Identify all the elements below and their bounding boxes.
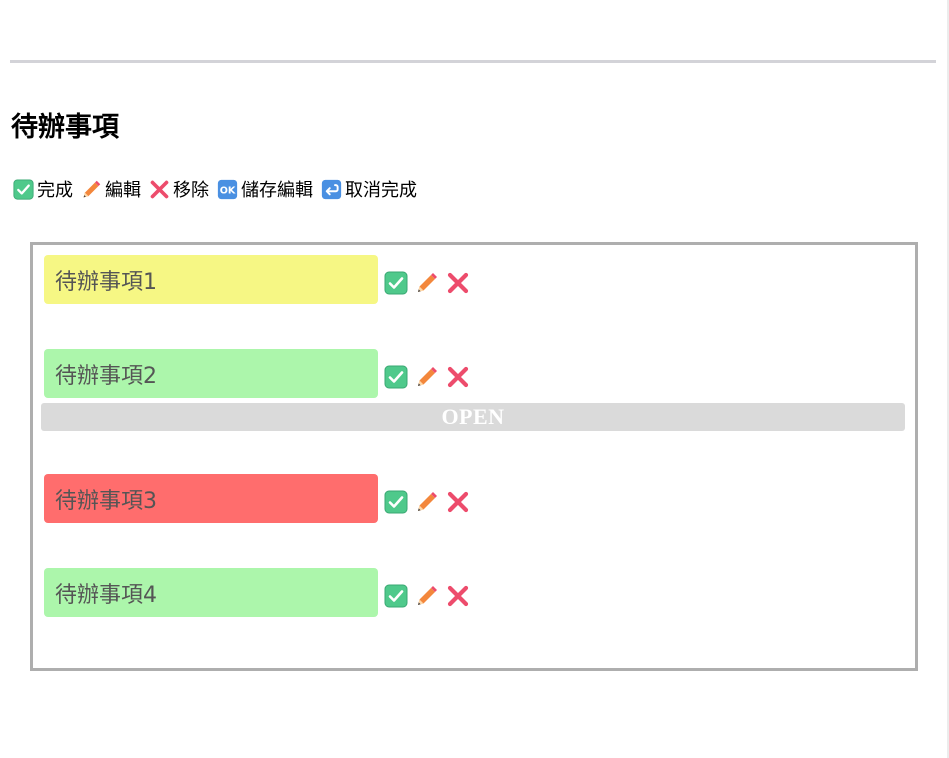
legend-item-save-edit: OK 儲存編輯 bbox=[217, 176, 313, 202]
pencil-icon[interactable] bbox=[415, 584, 439, 608]
pencil-icon bbox=[81, 179, 102, 200]
todo-actions bbox=[384, 365, 477, 389]
page-title: 待辦事項 bbox=[11, 112, 119, 143]
check-box-icon[interactable] bbox=[384, 365, 408, 389]
legend-item-edit: 編輯 bbox=[81, 176, 141, 202]
pencil-icon[interactable] bbox=[415, 490, 439, 514]
todo-actions bbox=[384, 584, 477, 608]
legend-label: 儲存編輯 bbox=[241, 180, 313, 201]
check-box-icon[interactable] bbox=[384, 490, 408, 514]
todo-item[interactable]: 待辦事項1 bbox=[44, 255, 378, 304]
cross-icon[interactable] bbox=[446, 584, 470, 608]
legend-label: 編輯 bbox=[105, 180, 141, 201]
legend-label: 取消完成 bbox=[345, 180, 417, 201]
pencil-icon[interactable] bbox=[415, 271, 439, 295]
legend-label: 移除 bbox=[173, 180, 209, 201]
pencil-icon[interactable] bbox=[415, 365, 439, 389]
todo-item[interactable]: 待辦事項3 bbox=[44, 474, 378, 523]
return-arrow-icon bbox=[321, 179, 342, 200]
todo-text: 待辦事項1 bbox=[55, 269, 157, 295]
cross-icon[interactable] bbox=[446, 490, 470, 514]
todo-text: 待辦事項3 bbox=[55, 488, 157, 514]
check-box-icon bbox=[13, 178, 34, 200]
cross-icon[interactable] bbox=[446, 271, 470, 295]
legend-item-undo-done: 取消完成 bbox=[321, 176, 417, 202]
legend-label: 完成 bbox=[37, 180, 73, 201]
svg-text:OK: OK bbox=[220, 185, 236, 196]
todo-text: 待辦事項4 bbox=[55, 582, 157, 608]
legend-item-done: 完成 bbox=[13, 176, 73, 202]
cross-icon bbox=[149, 179, 170, 200]
cross-icon[interactable] bbox=[446, 365, 470, 389]
divider-label: OPEN bbox=[441, 404, 505, 429]
ok-icon: OK bbox=[217, 179, 238, 200]
todo-item[interactable]: 待辦事項4 bbox=[44, 568, 378, 617]
open-section-divider: OPEN bbox=[41, 403, 905, 431]
top-divider bbox=[10, 60, 936, 63]
todo-item[interactable]: 待辦事項2 bbox=[44, 349, 378, 398]
page: 待辦事項 完成 編輯 移除 OK 儲存編輯 取消完成 待辦事項1 待辦事項2 O… bbox=[0, 0, 949, 758]
todo-actions bbox=[384, 490, 477, 514]
check-box-icon[interactable] bbox=[384, 584, 408, 608]
todo-actions bbox=[384, 271, 477, 295]
check-box-icon[interactable] bbox=[384, 271, 408, 295]
todo-list: 待辦事項1 待辦事項2 OPEN 待辦事項3 待辦事項4 bbox=[30, 242, 918, 671]
icon-legend: 完成 編輯 移除 OK 儲存編輯 取消完成 bbox=[13, 176, 425, 202]
legend-item-remove: 移除 bbox=[149, 176, 209, 202]
todo-text: 待辦事項2 bbox=[55, 363, 157, 389]
